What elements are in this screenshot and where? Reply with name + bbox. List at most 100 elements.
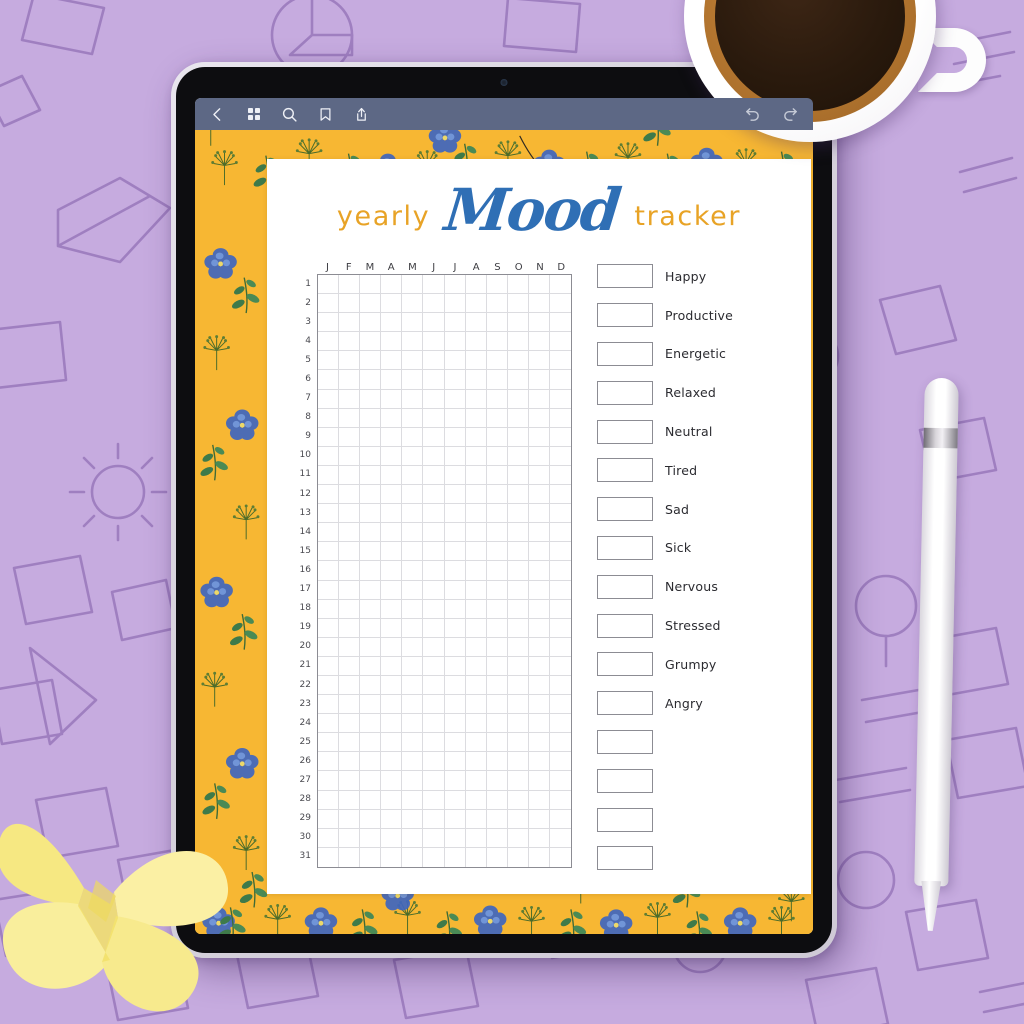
grid-cell[interactable]: [465, 561, 487, 581]
grid-cell[interactable]: [550, 848, 571, 867]
grid-cell[interactable]: [318, 771, 340, 791]
grid-cell[interactable]: [549, 370, 571, 390]
grid-cell[interactable]: [381, 771, 403, 791]
grid-cell[interactable]: [465, 599, 487, 619]
grid-cell[interactable]: [486, 523, 508, 543]
grid-cell[interactable]: [381, 523, 403, 543]
grid-cell[interactable]: [318, 714, 340, 734]
grid-cell[interactable]: [528, 656, 550, 676]
grid-cell[interactable]: [318, 446, 340, 466]
grid-cell[interactable]: [381, 370, 403, 390]
grid-cell[interactable]: [381, 332, 403, 352]
grid-cell[interactable]: [486, 332, 508, 352]
grid-cell[interactable]: [339, 695, 361, 715]
grid-cell[interactable]: [507, 523, 529, 543]
grid-cell[interactable]: [339, 351, 361, 371]
grid-cell[interactable]: [507, 351, 529, 371]
grid-cell[interactable]: [486, 618, 508, 638]
search-icon[interactable]: [280, 105, 299, 124]
grid-cell[interactable]: [549, 294, 571, 314]
grid-cell[interactable]: [465, 523, 487, 543]
grid-cell[interactable]: [423, 809, 445, 829]
grid-cell[interactable]: [528, 370, 550, 390]
grid-cell[interactable]: [318, 790, 340, 810]
grid-cell[interactable]: [465, 465, 487, 486]
grid-cell[interactable]: [486, 313, 508, 333]
grid-cell[interactable]: [402, 389, 424, 409]
grid-cell[interactable]: [360, 275, 382, 295]
grid-cell[interactable]: [486, 828, 508, 848]
grid-cell[interactable]: [402, 599, 424, 619]
grid-cell[interactable]: [339, 561, 361, 581]
grid-cell[interactable]: [549, 600, 571, 619]
grid-cell[interactable]: [465, 752, 487, 772]
grid-cell[interactable]: [402, 714, 424, 734]
grid-cell[interactable]: [423, 523, 445, 543]
grid-cell[interactable]: [318, 389, 340, 409]
grid-cell[interactable]: [318, 408, 340, 428]
grid-cell[interactable]: [360, 695, 382, 715]
grid-cell[interactable]: [465, 275, 487, 295]
grid-cell[interactable]: [339, 714, 361, 734]
grid-cell[interactable]: [486, 599, 508, 619]
grid-cell[interactable]: [402, 656, 424, 676]
grid-cell[interactable]: [507, 675, 529, 696]
grid-cell[interactable]: [486, 427, 508, 447]
grid-cell[interactable]: [318, 695, 340, 715]
grid-cell[interactable]: [444, 294, 466, 314]
grid-cell[interactable]: [465, 313, 487, 333]
grid-cell[interactable]: [402, 790, 424, 810]
grid-cell[interactable]: [381, 446, 403, 466]
grid-cell[interactable]: [444, 580, 466, 600]
grid-cell[interactable]: [507, 714, 529, 734]
grid-cell[interactable]: [423, 752, 445, 772]
grid-cell[interactable]: [402, 370, 424, 390]
grid-cell[interactable]: [507, 733, 529, 753]
grid-cell[interactable]: [318, 542, 340, 562]
grid-cell[interactable]: [444, 313, 466, 333]
bookmark-icon[interactable]: [316, 105, 335, 124]
grid-cell[interactable]: [402, 618, 424, 638]
legend-color-swatch[interactable]: [597, 768, 653, 793]
grid-cell[interactable]: [381, 752, 403, 772]
grid-cell[interactable]: [402, 561, 424, 581]
grid-cell[interactable]: [360, 465, 382, 486]
grid-cell[interactable]: [549, 332, 571, 352]
legend-color-swatch[interactable]: [597, 613, 653, 638]
grid-cell[interactable]: [318, 599, 340, 619]
grid-cell[interactable]: [549, 466, 571, 486]
grid-cell[interactable]: [486, 408, 508, 428]
grid-cell[interactable]: [486, 275, 508, 295]
grid-cell[interactable]: [528, 465, 550, 486]
grid-cell[interactable]: [444, 637, 466, 657]
grid-cell[interactable]: [507, 599, 529, 619]
grid-cell[interactable]: [360, 752, 382, 772]
grid-cell[interactable]: [444, 332, 466, 352]
grid-cell[interactable]: [444, 656, 466, 676]
grid-cell[interactable]: [360, 523, 382, 543]
grid-cell[interactable]: [549, 409, 571, 428]
grid-cell[interactable]: [507, 828, 529, 848]
grid-cell[interactable]: [528, 618, 550, 638]
grid-cell[interactable]: [507, 656, 529, 676]
grid-cell[interactable]: [423, 446, 445, 466]
grid-cell[interactable]: [423, 504, 445, 524]
grid-cell[interactable]: [318, 656, 340, 676]
grid-cell[interactable]: [528, 408, 550, 428]
grid-cell[interactable]: [339, 465, 361, 486]
grid-cell[interactable]: [486, 370, 508, 390]
grid-cell[interactable]: [486, 656, 508, 676]
grid-cell[interactable]: [360, 790, 382, 810]
grid-cell[interactable]: [444, 695, 466, 715]
grid-cell[interactable]: [444, 542, 466, 562]
grid-cell[interactable]: [549, 275, 571, 295]
grid-cell[interactable]: [486, 504, 508, 524]
grid-cell[interactable]: [528, 580, 550, 600]
grid-cell[interactable]: [507, 618, 529, 638]
grid-cell[interactable]: [360, 656, 382, 676]
grid-cell[interactable]: [318, 332, 340, 352]
grid-cell[interactable]: [528, 542, 550, 562]
grid-cell[interactable]: [465, 389, 487, 409]
grid-cell[interactable]: [402, 675, 424, 696]
grid-cell[interactable]: [381, 618, 403, 638]
